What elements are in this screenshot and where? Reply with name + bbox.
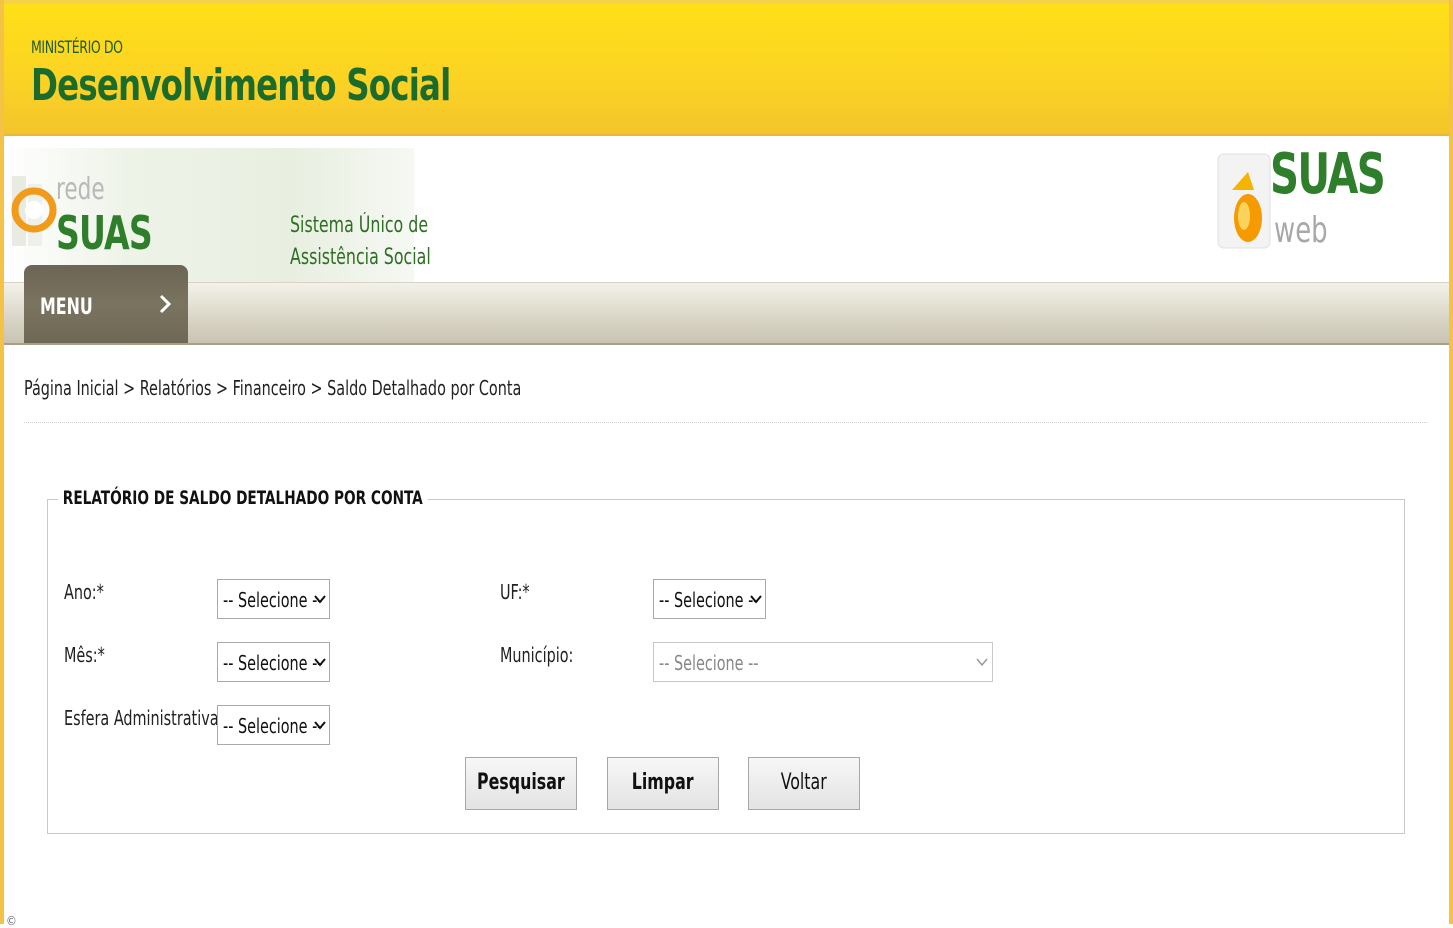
pesquisar-button[interactable]: Pesquisar <box>465 757 577 810</box>
ano-label: Ano:* <box>64 580 104 604</box>
sistema-line-2: Assistência Social <box>290 245 431 270</box>
municipio-select[interactable]: -- Selecione -- <box>653 642 993 682</box>
pesquisar-label: Pesquisar <box>477 770 565 795</box>
window-frame-right <box>1449 0 1453 924</box>
brand-banner: rede SUAS Sistema Único de Assistência S… <box>4 136 1449 282</box>
esfera-select-value: -- Selecione -- <box>223 714 323 738</box>
breadcrumb-divider <box>24 422 1427 423</box>
report-title: RELATÓRIO DE SALDO DETALHADO POR CONTA <box>58 487 428 509</box>
ano-select[interactable]: -- Selecione -- <box>217 579 330 619</box>
mes-select-value: -- Selecione -- <box>223 651 323 675</box>
chevron-right-icon <box>159 294 172 314</box>
limpar-label: Limpar <box>632 770 694 795</box>
esfera-select[interactable]: -- Selecione -- <box>217 705 330 745</box>
chevron-down-icon <box>314 658 326 667</box>
ministry-small-label: MINISTÉRIO DO <box>31 38 123 58</box>
uf-select[interactable]: -- Selecione -- <box>653 579 766 619</box>
voltar-button[interactable]: Voltar <box>748 757 860 810</box>
suasweb-logo-icon <box>1217 153 1271 249</box>
ministry-name: Desenvolvimento Social <box>31 60 451 111</box>
limpar-button[interactable]: Limpar <box>607 757 719 810</box>
chevron-down-icon <box>314 721 326 730</box>
window-frame-left <box>0 0 4 924</box>
ministry-header: MINISTÉRIO DO Desenvolvimento Social <box>0 0 1453 136</box>
suasweb-suas-label: SUAS <box>1270 142 1386 207</box>
esfera-label: Esfera Administrativa:* <box>64 706 231 730</box>
window-frame-top <box>0 0 1453 4</box>
uf-label: UF:* <box>500 580 530 604</box>
sistema-line-1: Sistema Único de <box>290 213 429 238</box>
rede-suas-logo-icon <box>11 176 57 246</box>
sistema-description: Sistema Único de Assistência Social <box>290 210 431 274</box>
copyright-icon: © <box>6 914 17 928</box>
chevron-down-icon <box>314 595 326 604</box>
mes-select[interactable]: -- Selecione -- <box>217 642 330 682</box>
breadcrumb[interactable]: Página Inicial > Relatórios > Financeiro… <box>24 376 521 400</box>
chevron-down-icon <box>976 658 988 667</box>
menu-button[interactable]: MENU <box>24 265 188 343</box>
voltar-label: Voltar <box>781 770 827 795</box>
municipio-label: Município: <box>500 643 574 667</box>
chevron-down-icon <box>750 595 762 604</box>
menu-label: MENU <box>40 295 93 320</box>
mes-label: Mês:* <box>64 643 105 667</box>
rede-suas-label: SUAS <box>56 206 153 260</box>
menu-bar: MENU <box>4 265 1449 345</box>
rede-label: rede <box>56 172 105 207</box>
suasweb-web-label: web <box>1274 210 1328 251</box>
uf-select-value: -- Selecione -- <box>659 588 759 612</box>
municipio-select-value: -- Selecione -- <box>659 651 759 675</box>
ano-select-value: -- Selecione -- <box>223 588 323 612</box>
